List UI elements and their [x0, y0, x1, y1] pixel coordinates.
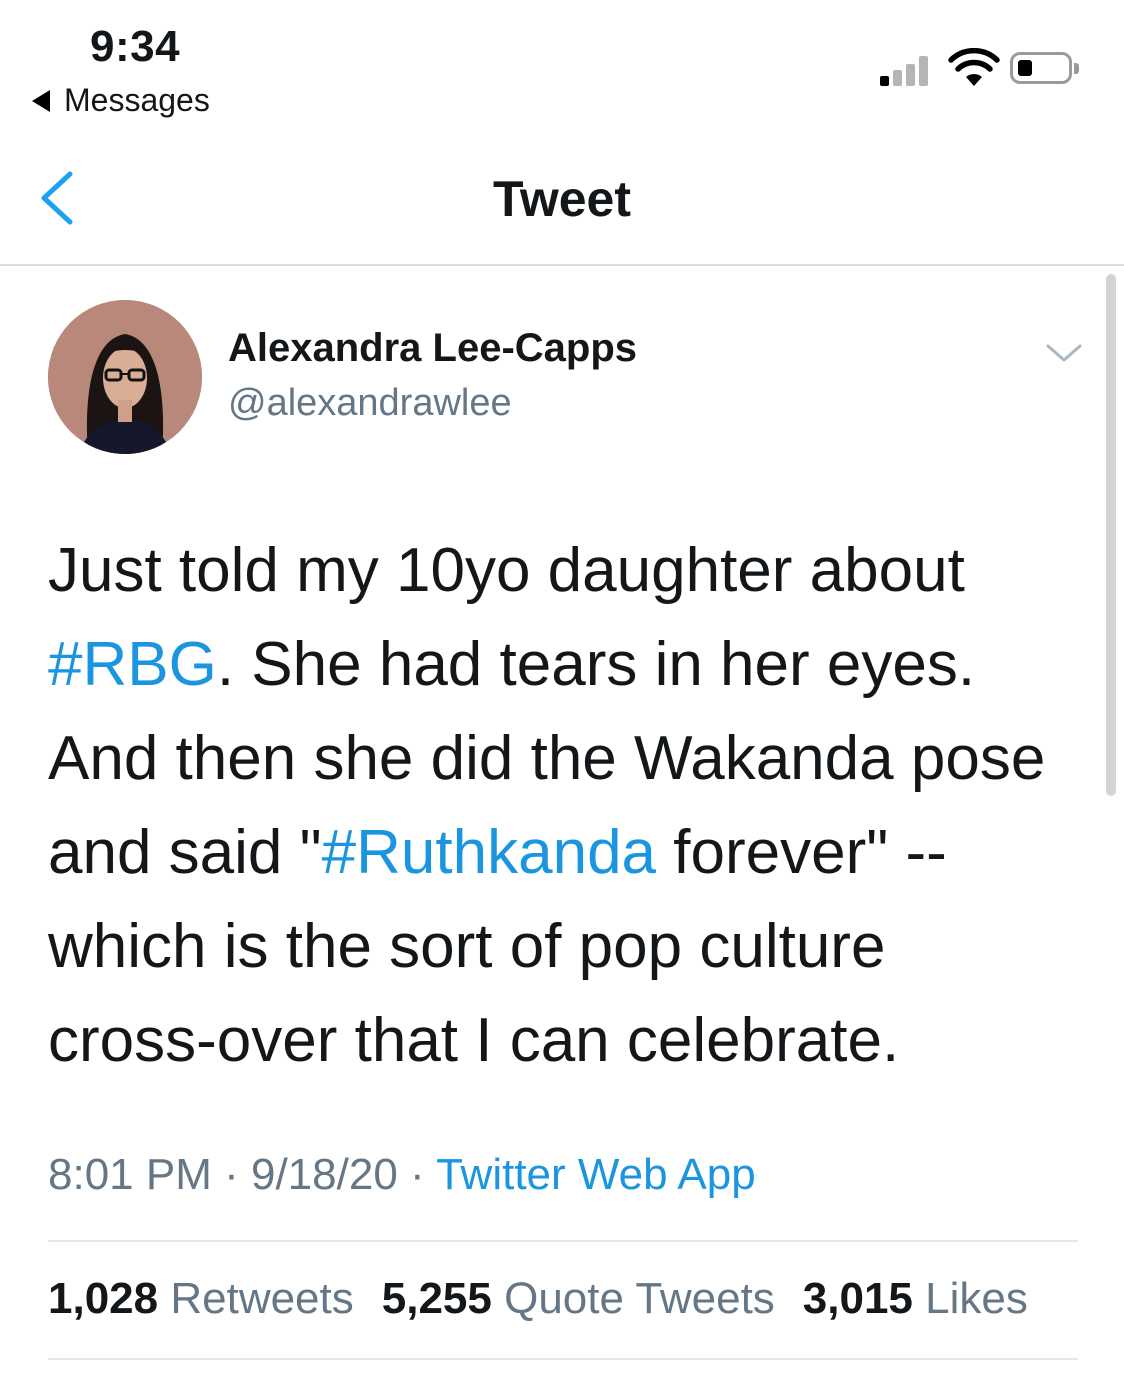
- tweet-line: Just told my 10yo daughter about: [48, 524, 1088, 618]
- tweet-text-segment: forever" --: [656, 818, 947, 887]
- author-display-name[interactable]: Alexandra Lee-Capps: [228, 326, 637, 371]
- author-handle[interactable]: @alexandrawlee: [228, 382, 512, 425]
- retweets-label: Retweets: [170, 1274, 354, 1323]
- tweet-text-segment: . She had tears in her eyes.: [216, 630, 976, 699]
- tweet-line: #RBG. She had tears in her eyes.: [48, 618, 1088, 712]
- hashtag-link[interactable]: #RBG: [48, 630, 217, 699]
- retweets-count: 1,028: [48, 1274, 159, 1323]
- back-triangle-icon: [32, 89, 50, 112]
- status-bar: 9:34 Messages: [0, 0, 1124, 130]
- tweet-line: which is the sort of pop culture: [48, 900, 1088, 994]
- divider: [48, 1240, 1078, 1242]
- likes-stat[interactable]: 3,015 Likes: [803, 1274, 1028, 1323]
- tweet-stats: 1,028 Retweets 5,255 Quote Tweets 3,015 Li…: [48, 1274, 1028, 1324]
- tweet-text-segment: and said ": [48, 818, 322, 887]
- tweet-text-segment: which is the sort of pop culture: [48, 912, 886, 981]
- avatar-photo: [48, 300, 202, 454]
- tweet-text-segment: Just told my 10yo daughter about: [48, 536, 965, 605]
- tweet-line: and said "#Ruthkanda forever" --: [48, 806, 1088, 900]
- wifi-icon: [948, 48, 1000, 86]
- likes-label: Likes: [925, 1274, 1028, 1323]
- quote-tweets-count: 5,255: [381, 1274, 492, 1323]
- tweet-date: 9/18/20: [250, 1150, 398, 1199]
- page-title: Tweet: [493, 171, 631, 227]
- retweets-stat[interactable]: 1,028 Retweets: [48, 1274, 354, 1323]
- tweet-meta: 8:01 PM · 9/18/20 · Twitter Web App: [48, 1150, 756, 1200]
- tweet-line: And then she did the Wakanda pose: [48, 712, 1088, 806]
- scrollbar[interactable]: [1106, 274, 1116, 796]
- meta-separator: ·: [211, 1150, 251, 1199]
- tweet-time: 8:01 PM: [48, 1150, 212, 1199]
- chevron-down-icon[interactable]: [1044, 340, 1084, 366]
- tweet-text-segment: cross-over that I can celebrate.: [48, 1006, 900, 1075]
- quote-tweets-label: Quote Tweets: [504, 1274, 775, 1323]
- back-to-messages-button[interactable]: Messages: [32, 82, 210, 119]
- status-time: 9:34: [90, 22, 181, 71]
- battery-icon: [1010, 52, 1079, 84]
- back-app-label: Messages: [64, 82, 210, 118]
- tweet-text-segment: And then she did the Wakanda pose: [48, 724, 1046, 793]
- cellular-signal-icon: [880, 54, 936, 86]
- tweet-text: Just told my 10yo daughter about #RBG. S…: [48, 524, 1088, 1088]
- tweet-source-link[interactable]: Twitter Web App: [436, 1150, 756, 1199]
- divider: [48, 1358, 1078, 1360]
- hashtag-link[interactable]: #Ruthkanda: [322, 818, 656, 887]
- avatar[interactable]: [48, 300, 202, 454]
- nav-bar: Tweet: [0, 130, 1124, 266]
- tweet-line: cross-over that I can celebrate.: [48, 994, 1088, 1088]
- meta-separator: ·: [397, 1150, 437, 1199]
- likes-count: 3,015: [802, 1274, 913, 1323]
- quote-tweets-stat[interactable]: 5,255 Quote Tweets: [382, 1274, 775, 1323]
